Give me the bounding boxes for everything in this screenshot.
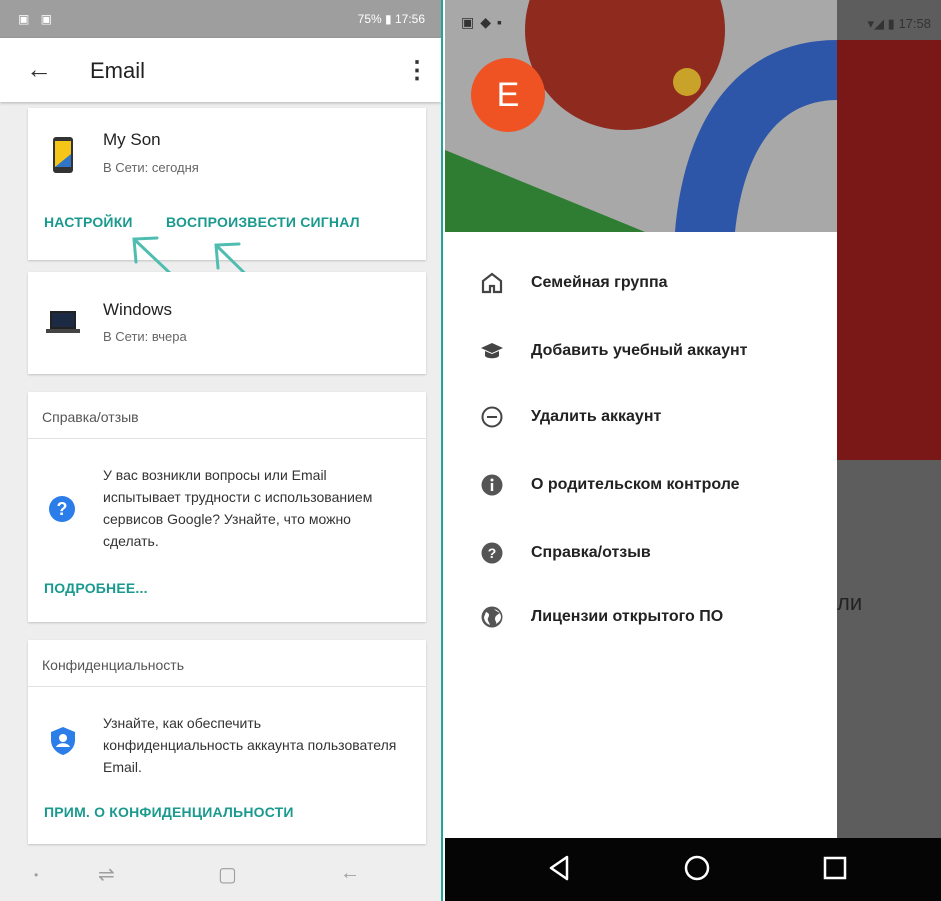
left-phone-screen: ▣ ▣ 75% ▮ 17:56 ← Email ⋮ My Son В Сети:… <box>0 0 443 901</box>
laptop-icon <box>46 311 80 333</box>
help-card: Справка/отзыв ? У вас возникли вопросы и… <box>28 392 426 622</box>
menu-item-open-source-licenses[interactable]: Лицензии открытого ПО <box>445 598 837 638</box>
navigation-bar <box>445 838 941 901</box>
menu-label: Справка/отзыв <box>531 544 651 561</box>
more-info-link[interactable]: ПОДРОБНЕЕ... <box>44 580 148 596</box>
navigation-bar: • ⇌ ▢ ← <box>0 848 441 901</box>
menu-item-parental-control-info[interactable]: О родительском контроле <box>445 466 837 506</box>
menu-label: Семейная группа <box>531 274 668 291</box>
svg-text:?: ? <box>57 499 68 519</box>
status-bar: ▣◆▪ ▾◢ ▮ 17:58 <box>445 0 941 46</box>
device-name: Windows <box>103 300 172 319</box>
background-banner <box>835 40 941 460</box>
help-icon: ? <box>49 496 75 522</box>
menu-item-help-feedback[interactable]: ? Справка/отзыв <box>445 534 837 574</box>
menu-item-remove-account[interactable]: Удалить аккаунт <box>445 398 837 438</box>
home-circle-icon[interactable] <box>683 854 711 882</box>
back-icon[interactable]: ← <box>340 862 360 885</box>
card-header: Конфиденциальность <box>42 657 185 673</box>
help-text: У вас возникли вопросы или Email испытыв… <box>103 467 373 549</box>
dot-icon: • <box>34 868 39 882</box>
home-icon <box>481 272 503 294</box>
privacy-notice-link[interactable]: ПРИМ. О КОНФИДЕНЦИАЛЬНОСТИ <box>44 804 294 820</box>
menu-label: Удалить аккаунт <box>531 408 662 425</box>
status-time: 17:58 <box>898 16 931 31</box>
home-square-icon[interactable]: ▢ <box>218 862 237 887</box>
privacy-card: Конфиденциальность Узнайте, как обеспечи… <box>28 640 426 844</box>
privacy-text: Узнайте, как обеспечить конфиденциальнос… <box>103 715 397 775</box>
right-phone-screen: ли E Семейная группа Добавить учебный ак… <box>445 0 941 901</box>
device-card-windows[interactable]: Windows В Сети: вчера <box>28 272 426 374</box>
card-header: Справка/отзыв <box>42 409 139 425</box>
avatar[interactable]: E <box>471 58 545 132</box>
menu-label: Добавить учебный аккаунт <box>531 342 748 359</box>
remove-circle-icon <box>481 406 503 428</box>
recents-icon[interactable]: ⇌ <box>98 862 115 887</box>
menu-label: Лицензии открытого ПО <box>531 608 724 625</box>
svg-text:?: ? <box>488 545 497 561</box>
info-icon <box>481 474 503 496</box>
signal-icon: ▾◢ ▮ <box>867 16 895 31</box>
device-status: В Сети: вчера <box>103 329 187 344</box>
school-icon <box>481 343 503 359</box>
background-text: ли <box>837 590 863 615</box>
back-triangle-icon[interactable] <box>547 854 571 882</box>
navigation-drawer: E Семейная группа Добавить учебный аккау… <box>445 0 837 838</box>
menu-item-family-group[interactable]: Семейная группа <box>445 264 837 304</box>
menu-label: О родительском контроле <box>531 476 740 493</box>
recents-square-icon[interactable] <box>823 854 847 882</box>
shield-icon <box>51 727 75 755</box>
globe-icon <box>481 606 503 628</box>
help-icon: ? <box>481 542 503 564</box>
menu-item-add-school-account[interactable]: Добавить учебный аккаунт <box>445 332 837 372</box>
notification-icons: ▣◆▪ <box>461 14 508 30</box>
